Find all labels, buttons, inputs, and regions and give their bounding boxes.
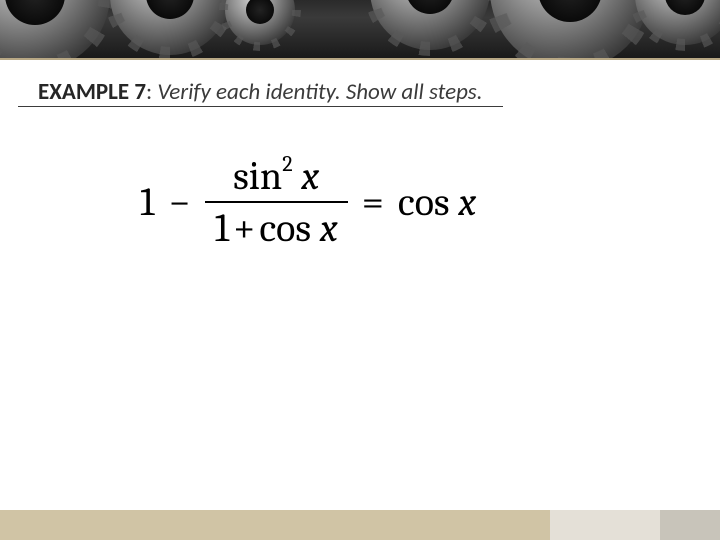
gear-icon <box>0 0 110 60</box>
header-banner <box>0 0 720 60</box>
equals-sign: = <box>362 179 384 225</box>
fraction: sin2 x 1+cos x <box>205 155 348 249</box>
footer-segment <box>660 510 720 540</box>
example-heading: EXAMPLE 7: Verify each identity. Show al… <box>18 60 503 107</box>
fraction-denominator: 1+cos x <box>205 207 348 249</box>
denominator-plus: + <box>229 205 259 251</box>
denominator-lead: 1 <box>215 205 229 251</box>
identity-equation: 1 − sin2 x 1+cos x = cos x <box>140 155 600 249</box>
minus-sign: − <box>168 179 190 225</box>
footer-segment <box>550 510 660 540</box>
gear-icon <box>370 0 490 50</box>
rhs-fn: cos <box>398 179 450 225</box>
footer-segment <box>0 510 550 540</box>
gear-icon <box>635 0 720 45</box>
example-instruction: Verify each identity. Show all steps. <box>157 78 482 106</box>
gear-icon <box>490 0 650 60</box>
denominator-fn: cos <box>259 205 311 251</box>
heading-separator: : <box>146 78 157 106</box>
fraction-numerator: sin2 x <box>223 155 329 197</box>
gear-icon <box>110 0 230 55</box>
rhs-var: x <box>458 179 476 225</box>
gear-icon <box>225 0 295 45</box>
rhs: cos x <box>398 179 476 225</box>
lhs-lead: 1 <box>140 179 154 225</box>
example-label: EXAMPLE 7 <box>38 78 146 106</box>
denominator-var: x <box>320 205 338 251</box>
numerator-fn: sin <box>233 153 282 199</box>
numerator-exponent: 2 <box>282 151 292 177</box>
fraction-bar <box>205 201 348 203</box>
numerator-var: x <box>301 153 319 199</box>
footer-bar <box>0 510 720 540</box>
